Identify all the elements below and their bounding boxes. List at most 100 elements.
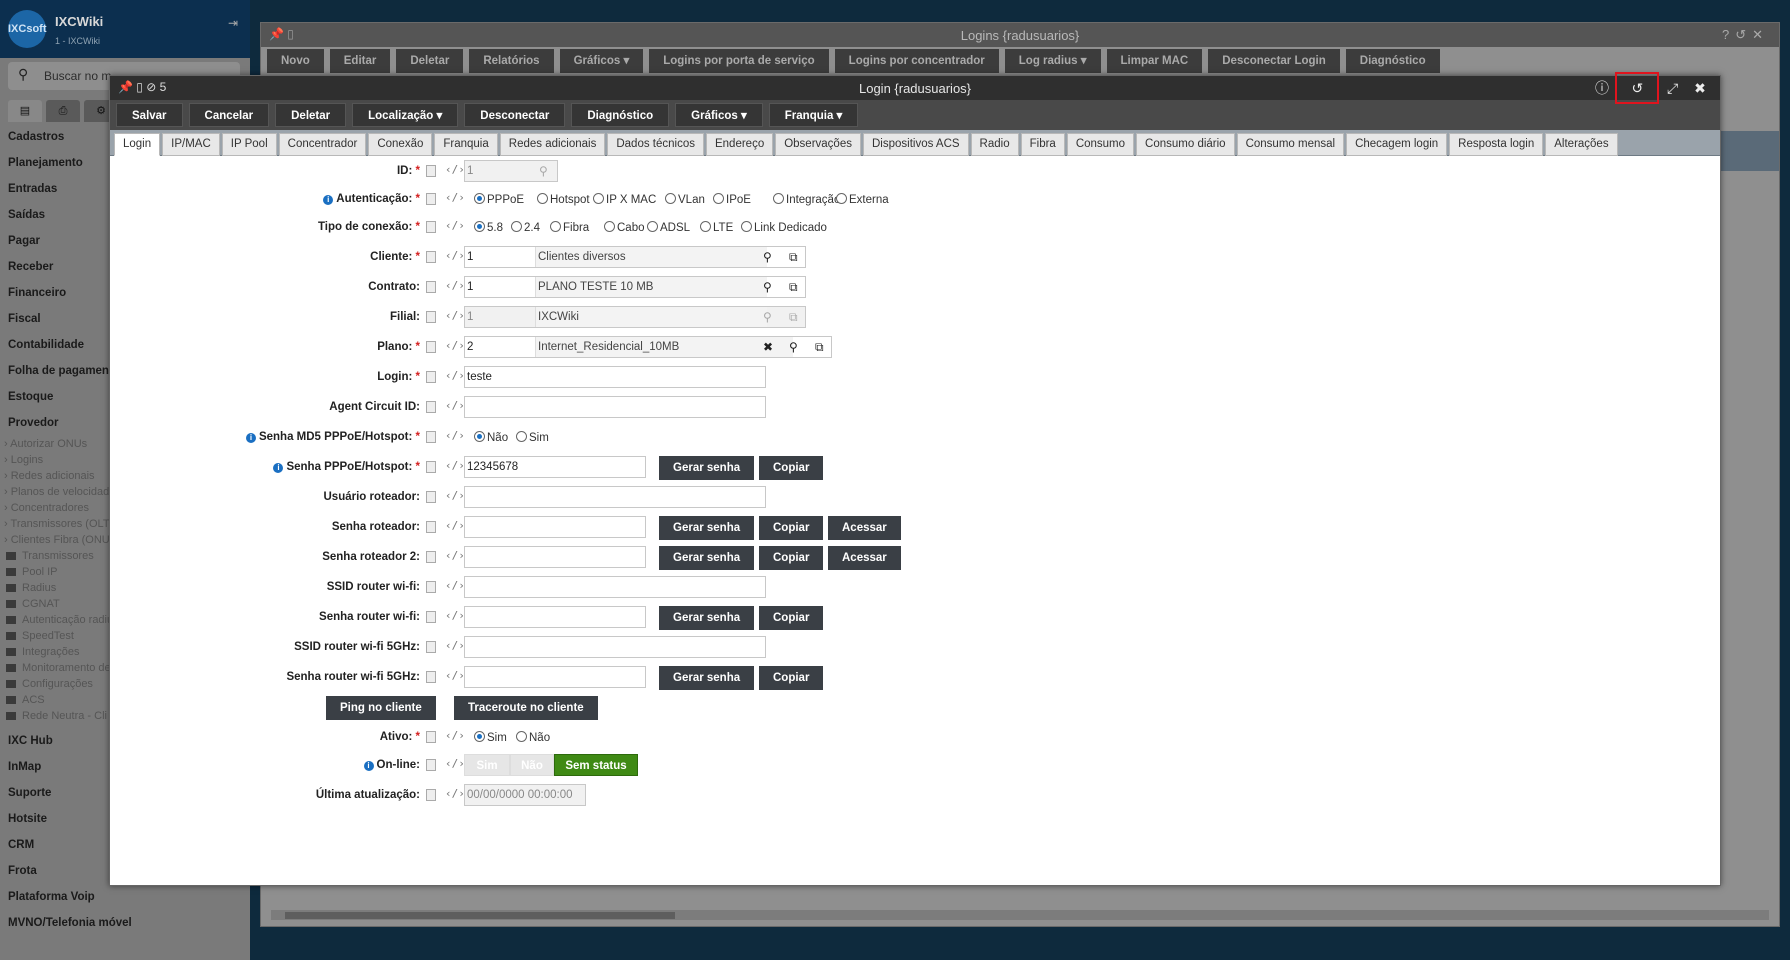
copy-icon[interactable]: [426, 311, 436, 323]
senha-md5-radio[interactable]: Sim: [516, 431, 549, 444]
code-icon[interactable]: ‹/›: [445, 609, 465, 622]
copy-button[interactable]: Copiar: [759, 456, 824, 480]
copy-icon[interactable]: [426, 789, 436, 801]
modal-toolbar-button[interactable]: Deletar: [275, 103, 347, 127]
modal-toolbar-button[interactable]: Gráficos ▾: [675, 103, 763, 127]
tab-item[interactable]: Checagem login: [1346, 133, 1448, 156]
senha-pppoe-input[interactable]: 12345678: [464, 456, 646, 478]
tab-item[interactable]: Radio: [970, 133, 1019, 156]
senha-roteador2-input[interactable]: [464, 546, 646, 568]
tab-item[interactable]: Conexão: [368, 133, 433, 156]
info-icon[interactable]: i: [363, 761, 374, 771]
code-icon[interactable]: ‹/›: [445, 757, 465, 770]
copy-icon[interactable]: [426, 461, 436, 473]
senha-md5-radio[interactable]: Não: [474, 431, 508, 444]
tipo-conexao-radio[interactable]: 2.4: [511, 221, 540, 234]
generate-password-button[interactable]: Gerar senha: [659, 546, 755, 570]
code-icon[interactable]: ‹/›: [445, 369, 465, 382]
autenticacao-radio[interactable]: Externa: [836, 193, 889, 206]
code-icon[interactable]: ‹/›: [445, 639, 465, 652]
code-icon[interactable]: ‹/›: [445, 219, 465, 232]
tab-item[interactable]: Fibra: [1020, 133, 1065, 156]
open-icon[interactable]: ⧉: [789, 280, 798, 295]
autenticacao-radio[interactable]: VLan: [665, 193, 705, 206]
open-icon[interactable]: ⧉: [789, 250, 798, 265]
window-controls-icon[interactable]: ?↺✕: [1722, 27, 1769, 43]
code-icon[interactable]: ‹/›: [445, 787, 465, 800]
search-icon[interactable]: ⚲: [763, 280, 772, 294]
senha-roteador-input[interactable]: [464, 516, 646, 538]
copy-icon[interactable]: [426, 611, 436, 623]
modal-toolbar-button[interactable]: Franquia ▾: [768, 103, 859, 127]
logins-toolbar-button[interactable]: Log radius ▾: [1004, 49, 1101, 73]
copy-icon[interactable]: [426, 281, 436, 293]
copy-icon[interactable]: [426, 193, 436, 205]
tab-item[interactable]: Observações: [775, 133, 861, 156]
copy-icon[interactable]: [426, 731, 436, 743]
logins-toolbar-button[interactable]: Gráficos ▾: [559, 49, 644, 73]
expand-icon[interactable]: ⤢: [1661, 76, 1685, 100]
tipo-conexao-radio[interactable]: Fibra: [550, 221, 589, 234]
ativo-radio[interactable]: Sim: [474, 731, 507, 744]
tab-item[interactable]: Redes adicionais: [499, 133, 606, 156]
contrato-lookup[interactable]: 1 PLANO TESTE 10 MB ⚲ ⧉: [464, 276, 806, 298]
autenticacao-radio[interactable]: IPoE: [713, 193, 751, 206]
copy-icon[interactable]: [426, 371, 436, 383]
info-icon[interactable]: i: [245, 433, 256, 443]
logins-toolbar-button[interactable]: Relatórios: [469, 49, 554, 73]
open-icon[interactable]: ⧉: [789, 310, 798, 325]
tipo-conexao-radio[interactable]: LTE: [700, 221, 733, 234]
clear-icon[interactable]: ✖: [763, 340, 773, 354]
tab-item[interactable]: IP/MAC: [162, 133, 220, 156]
tab-item[interactable]: Consumo: [1066, 133, 1135, 156]
copy-icon[interactable]: [426, 251, 436, 263]
copy-icon[interactable]: [426, 491, 436, 503]
tipo-conexao-radio[interactable]: ADSL: [647, 221, 690, 234]
access-button[interactable]: Acessar: [828, 516, 901, 540]
search-icon[interactable]: ⚲: [789, 340, 798, 354]
copy-icon[interactable]: [426, 551, 436, 563]
code-icon[interactable]: ‹/›: [445, 459, 465, 472]
code-icon[interactable]: ‹/›: [445, 519, 465, 532]
search-icon[interactable]: ⚲: [763, 250, 772, 264]
modal-toolbar-button[interactable]: Salvar: [116, 103, 183, 127]
copy-button[interactable]: Copiar: [759, 546, 824, 570]
copy-icon[interactable]: [426, 431, 436, 443]
sidebar-item[interactable]: Plataforma Voip: [0, 884, 250, 910]
code-icon[interactable]: ‹/›: [445, 163, 465, 176]
cliente-lookup[interactable]: 1 Clientes diversos ⚲ ⧉: [464, 246, 806, 268]
tab-item[interactable]: IP Pool: [221, 133, 277, 156]
modal-toolbar-button[interactable]: Desconectar: [464, 103, 566, 127]
online-status-option[interactable]: Sim: [464, 754, 510, 776]
autenticacao-radio[interactable]: PPPoE: [474, 193, 524, 206]
copy-button[interactable]: Copiar: [759, 666, 824, 690]
tab-item[interactable]: Login: [114, 133, 161, 156]
tab-item[interactable]: Resposta login: [1449, 133, 1544, 156]
tab-item[interactable]: Franquia: [434, 133, 498, 156]
copy-icon[interactable]: [426, 341, 436, 353]
close-icon[interactable]: ✖: [1688, 76, 1712, 100]
tipo-conexao-radio[interactable]: Link Dedicado: [741, 221, 827, 234]
code-icon[interactable]: ‹/›: [445, 279, 465, 292]
tab-item[interactable]: Alterações: [1545, 133, 1618, 156]
tipo-conexao-radio[interactable]: Cabo: [604, 221, 645, 234]
plano-lookup[interactable]: 2 Internet_Residencial_10MB ✖ ⚲ ⧉: [464, 336, 832, 358]
code-icon[interactable]: ‹/›: [445, 399, 465, 412]
code-icon[interactable]: ‹/›: [445, 729, 465, 742]
logins-toolbar-button[interactable]: Logins por concentrador: [834, 49, 999, 73]
tab-item[interactable]: Concentrador: [278, 133, 367, 156]
code-icon[interactable]: ‹/›: [445, 339, 465, 352]
open-icon[interactable]: ⧉: [815, 340, 824, 355]
logins-toolbar-button[interactable]: Desconectar Login: [1208, 49, 1340, 73]
login-input[interactable]: teste: [464, 366, 766, 388]
autenticacao-radio[interactable]: Integração: [773, 193, 840, 206]
code-icon[interactable]: ‹/›: [445, 429, 465, 442]
copy-icon[interactable]: [426, 401, 436, 413]
info-icon[interactable]: i: [323, 195, 334, 205]
logins-toolbar-button[interactable]: Limpar MAC: [1106, 49, 1203, 73]
scrollbar-thumb[interactable]: [285, 912, 675, 919]
history-icon[interactable]: ↺: [1615, 72, 1660, 104]
sidebar-item[interactable]: MVNO/Telefonia móvel: [0, 910, 250, 936]
code-icon[interactable]: ‹/›: [445, 669, 465, 682]
info-icon[interactable]: i: [273, 463, 284, 473]
